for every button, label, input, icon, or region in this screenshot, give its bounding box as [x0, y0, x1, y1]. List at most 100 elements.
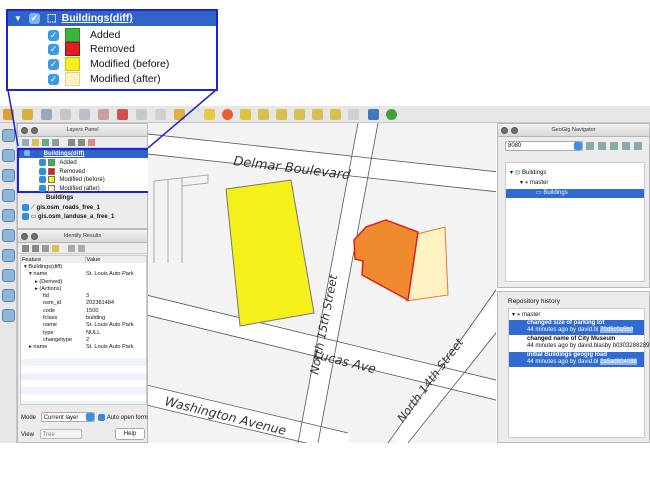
collapse-all-icon[interactable]	[78, 139, 85, 146]
callout-legend-modified-before[interactable]: ✓ Modified (before)	[48, 57, 169, 71]
table-row[interactable]: ▸ name St. Louis Auto Park	[21, 344, 146, 351]
settings-icon[interactable]	[610, 142, 618, 150]
clear-results-icon[interactable]	[52, 245, 59, 252]
expand-arrow-icon[interactable]: ▼	[14, 14, 22, 23]
table-row[interactable]: fclass building	[21, 314, 146, 321]
expand-all-icon[interactable]	[68, 139, 75, 146]
info-icon[interactable]	[622, 142, 630, 150]
add-raster-icon[interactable]	[2, 149, 15, 162]
label-icon[interactable]	[204, 109, 215, 120]
python-icon[interactable]	[368, 109, 379, 120]
expand-arrow-icon[interactable]: ▸	[35, 286, 38, 292]
history-branch-row[interactable]: ▾ ● master	[512, 311, 540, 318]
add-repo-icon[interactable]	[586, 142, 594, 150]
refresh-icon[interactable]	[598, 142, 606, 150]
add-spatialite-icon[interactable]	[2, 189, 15, 202]
legend-checkbox[interactable]: ✓	[48, 58, 59, 70]
legend-row-removed[interactable]: Removed	[39, 167, 85, 176]
commit-row[interactable]: changed name of City Museum 44 minutes a…	[509, 336, 649, 351]
help-button[interactable]: Help	[115, 428, 145, 440]
table-row[interactable]: changetype 2	[21, 336, 146, 343]
callout-legend-removed[interactable]: ✓ Removed	[48, 42, 135, 56]
legend-checkbox[interactable]: ✓	[48, 43, 59, 55]
add-wfs-icon[interactable]	[2, 229, 15, 242]
collapse-tree-icon[interactable]	[32, 245, 39, 252]
table-row[interactable]: name St. Louis Auto Park	[21, 322, 146, 329]
map-canvas[interactable]: Delmar Boulevard North 15th Street Lucas…	[148, 123, 496, 443]
add-feature-icon[interactable]	[60, 109, 71, 120]
add-vector-icon[interactable]	[2, 129, 15, 142]
filter-icon[interactable]	[42, 139, 49, 146]
table-row[interactable]: type NULL	[21, 329, 146, 336]
commit-row[interactable]: changed size of parking lot 44 minutes a…	[509, 320, 644, 335]
label-rotate-icon[interactable]	[294, 109, 305, 120]
table-row[interactable]: ▸ (Actions)	[21, 285, 146, 292]
legend-checkbox[interactable]: ✓	[48, 73, 59, 85]
expand-arrow-icon[interactable]: ▸	[35, 279, 38, 285]
expand-new-icon[interactable]	[42, 245, 49, 252]
expand-tree-icon[interactable]	[22, 245, 29, 252]
label-show-icon[interactable]	[330, 109, 341, 120]
edit-icon[interactable]	[22, 109, 33, 120]
node-tool-icon[interactable]	[98, 109, 109, 120]
label-pin-icon[interactable]	[258, 109, 269, 120]
legend-checkbox[interactable]	[39, 159, 46, 166]
copy-feature-icon[interactable]	[68, 245, 75, 252]
style-icon[interactable]	[222, 109, 233, 120]
float-icon[interactable]	[31, 233, 38, 240]
save-edits-icon[interactable]	[41, 109, 52, 120]
print-icon[interactable]	[78, 245, 85, 252]
diagram-icon[interactable]	[240, 109, 251, 120]
table-row[interactable]: code 1500	[21, 307, 146, 314]
layer-visibility-checkbox[interactable]	[22, 213, 29, 220]
view-select[interactable]: Tree	[39, 429, 82, 439]
pencil-icon[interactable]	[3, 109, 14, 120]
new-layer-icon[interactable]	[2, 309, 15, 322]
move-feature-icon[interactable]	[79, 109, 90, 120]
server-select[interactable]: 8080	[505, 141, 583, 151]
add-virtual-layer-icon[interactable]	[2, 289, 15, 302]
paste-icon[interactable]	[174, 109, 185, 120]
float-icon[interactable]	[31, 127, 38, 134]
diff-layer-row[interactable]: Buildings(diff)	[19, 150, 148, 158]
expand-arrow-icon[interactable]: ▸	[29, 344, 32, 350]
label-change-icon[interactable]	[312, 109, 323, 120]
float-icon[interactable]	[511, 127, 518, 134]
tree-item-layer[interactable]: ▭ Buildings	[506, 189, 644, 198]
expand-arrow-icon[interactable]: ▾	[512, 312, 515, 318]
layer-row-roads[interactable]: ⟋ gis.osm_roads_free_1	[22, 204, 100, 212]
add-wms-icon[interactable]	[2, 209, 15, 222]
label-move-icon[interactable]	[276, 109, 287, 120]
callout-layer-row[interactable]: ▼ ✓ ⬚ Buildings(diff)	[8, 11, 216, 26]
close-icon[interactable]	[21, 127, 28, 134]
expand-arrow-icon[interactable]: ▾	[510, 170, 513, 176]
add-postgis-icon[interactable]	[2, 169, 15, 182]
add-wcs-icon[interactable]	[2, 249, 15, 262]
auto-open-checkbox[interactable]	[98, 413, 106, 421]
console-icon[interactable]	[348, 109, 359, 120]
open-styling-icon[interactable]	[22, 139, 29, 146]
legend-checkbox[interactable]: ✓	[48, 29, 59, 41]
table-row[interactable]: ▾ Buildings(diff)	[21, 263, 146, 270]
delete-repo-icon[interactable]	[634, 142, 642, 150]
layer-row-buildings[interactable]: Buildings	[46, 195, 73, 201]
copy-icon[interactable]	[155, 109, 166, 120]
legend-row-modified-before[interactable]: Modified (before)	[39, 176, 105, 184]
layer-visibility-checkbox[interactable]	[22, 204, 29, 211]
legend-checkbox[interactable]	[39, 167, 46, 175]
remove-layer-icon[interactable]	[88, 139, 95, 146]
commit-row[interactable]: initial Buildings geogig load 44 minutes…	[509, 352, 644, 367]
tree-item-repo[interactable]: ▾ ▤ Buildings	[510, 169, 546, 176]
table-row[interactable]: osm_id 202381484	[21, 300, 146, 307]
layer-visibility-checkbox[interactable]	[24, 150, 30, 157]
column-header-value[interactable]: Value	[85, 256, 146, 263]
table-row[interactable]: fid 3	[21, 292, 146, 299]
tree-item-branch[interactable]: ▾ ● master	[520, 179, 548, 186]
filter-legend-icon[interactable]	[52, 139, 59, 146]
column-header-feature[interactable]: Feature	[21, 256, 86, 264]
legend-checkbox[interactable]	[39, 184, 46, 192]
table-row[interactable]: ▾ name St. Louis Auto Park	[21, 271, 146, 278]
callout-legend-modified-after[interactable]: ✓ Modified (after)	[48, 72, 161, 86]
delete-icon[interactable]	[117, 109, 128, 120]
layer-visibility-checkbox[interactable]: ✓	[28, 12, 40, 24]
